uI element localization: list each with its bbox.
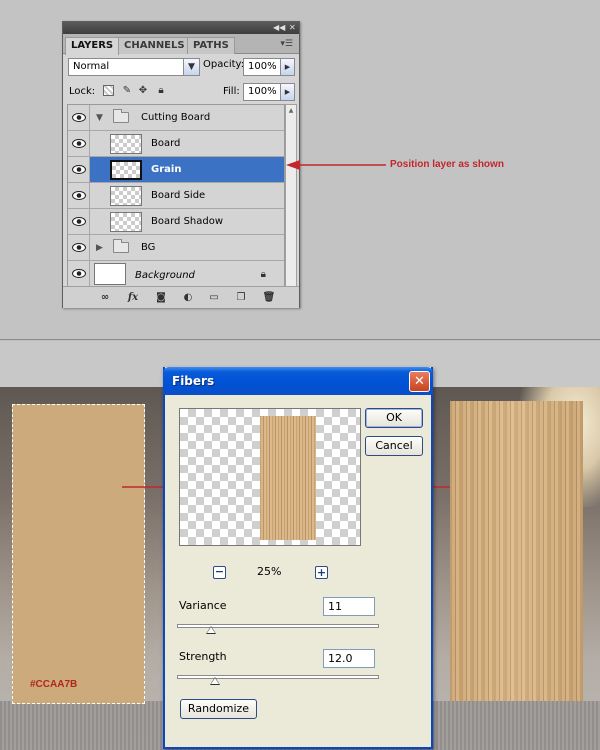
annotation-text: Position layer as shown (390, 159, 504, 170)
layer-thumbnail (94, 263, 126, 285)
lock-move-icon[interactable]: ✥ (136, 84, 150, 98)
expand-triangle-icon[interactable]: ▶ (96, 243, 103, 253)
fx-icon[interactable]: fx (125, 291, 141, 305)
tab-paths[interactable]: PATHS (187, 37, 235, 54)
ok-button[interactable]: OK (365, 408, 423, 428)
preview-wood-grain (260, 416, 316, 540)
layers-panel: ◀◀ ✕ LAYERS CHANNELS PATHS ▾☰ Normal ▼ O… (62, 21, 300, 308)
panel-menu-icon[interactable]: ▾☰ (280, 39, 293, 49)
layer-row-background[interactable]: Background 🔒︎ (68, 261, 284, 289)
link-icon[interactable]: ∞ (97, 291, 113, 305)
layer-name: Board Side (151, 190, 206, 201)
mask-icon[interactable]: ◙ (153, 291, 169, 305)
randomize-button[interactable]: Randomize (180, 699, 257, 719)
layer-thumbnail (110, 186, 142, 206)
layer-row-board-side[interactable]: Board Side (68, 183, 284, 209)
trash-icon[interactable]: 🗑︎ (261, 291, 277, 305)
adjustment-icon[interactable]: ◐ (180, 291, 196, 305)
variance-label: Variance (179, 599, 227, 612)
visibility-eye-icon[interactable] (68, 131, 90, 156)
layer-row-cutting-board[interactable]: ▼ Cutting Board (68, 105, 284, 131)
layer-row-board[interactable]: Board (68, 131, 284, 157)
dialog-title: Fibers (172, 374, 215, 388)
collapse-icon[interactable]: ◀◀ (273, 22, 285, 34)
layer-row-grain[interactable]: Grain (68, 157, 284, 183)
lock-icon: 🔒︎ (260, 269, 266, 280)
panel-footer: ∞ fx ◙ ◐ ▭ ❐ 🗑︎ (63, 286, 299, 308)
cancel-button[interactable]: Cancel (365, 436, 423, 456)
opacity-field[interactable]: 100% ▶ (243, 58, 295, 76)
layer-name: Board (151, 138, 181, 149)
color-swatch-selection (12, 404, 145, 704)
blend-mode-select[interactable]: Normal ▼ (68, 58, 200, 76)
color-code-label: #CCAA7B (30, 679, 78, 690)
layer-name: BG (141, 242, 156, 253)
new-layer-icon[interactable]: ❐ (233, 291, 249, 305)
fill-field[interactable]: 100% ▶ (243, 83, 295, 101)
variance-field[interactable]: 11 (323, 597, 375, 616)
fill-value: 100% (248, 86, 277, 97)
lock-all-icon[interactable]: 🔒︎ (154, 84, 168, 98)
close-icon[interactable]: ✕ (289, 22, 296, 34)
layer-thumbnail (110, 134, 142, 154)
lock-brush-icon[interactable]: ✎ (120, 84, 134, 98)
filter-preview[interactable] (179, 408, 361, 546)
layer-thumbnail (110, 160, 142, 180)
layer-list: ▼ Cutting Board Board Grain Board Side B… (67, 104, 285, 306)
opacity-label: Opacity: (203, 59, 245, 70)
variance-slider-thumb[interactable] (206, 626, 217, 634)
layer-name: Grain (151, 164, 182, 175)
layer-name: Board Shadow (151, 216, 224, 227)
visibility-eye-icon[interactable] (68, 235, 90, 260)
visibility-eye-icon[interactable] (68, 183, 90, 208)
panel-titlebar: ◀◀ ✕ (63, 22, 299, 34)
tab-channels[interactable]: CHANNELS (118, 37, 191, 54)
zoom-out-icon[interactable]: − (213, 566, 226, 579)
layers-screenshot-area: ◀◀ ✕ LAYERS CHANNELS PATHS ▾☰ Normal ▼ O… (0, 0, 600, 340)
tab-layers[interactable]: LAYERS (65, 37, 120, 55)
zoom-in-icon[interactable]: + (315, 566, 328, 579)
wood-grain-result (450, 401, 583, 701)
opacity-value: 100% (248, 61, 277, 72)
strength-slider-thumb[interactable] (210, 677, 221, 685)
dialog-titlebar: Fibers ✕ (163, 367, 433, 395)
close-button[interactable]: ✕ (409, 371, 430, 392)
chevron-down-icon: ▼ (183, 59, 199, 75)
folder-icon (113, 109, 129, 123)
visibility-eye-icon[interactable] (68, 261, 90, 288)
visibility-eye-icon[interactable] (68, 157, 90, 182)
fibers-screenshot-area: #CCAA7B Fibers ✕ OK Cancel − 25% + Varia… (0, 341, 600, 750)
strength-label: Strength (179, 650, 227, 663)
panel-tabs: LAYERS CHANNELS PATHS ▾☰ (63, 34, 299, 55)
blend-mode-value: Normal (73, 61, 110, 72)
visibility-eye-icon[interactable] (68, 209, 90, 234)
chevron-right-icon[interactable]: ▶ (280, 84, 294, 100)
strength-field[interactable]: 12.0 (323, 649, 375, 668)
folder-icon (113, 239, 129, 253)
layer-row-bg[interactable]: ▶ BG (68, 235, 284, 261)
layer-name: Cutting Board (141, 112, 211, 123)
annotation-arrow (286, 160, 386, 170)
lock-row: Lock: ✎ ✥ 🔒︎ Fill: 100% ▶ (63, 80, 299, 104)
layer-row-board-shadow[interactable]: Board Shadow (68, 209, 284, 235)
expand-triangle-icon[interactable]: ▼ (96, 113, 103, 123)
lock-label: Lock: (69, 86, 96, 97)
lock-transparency-icon[interactable] (103, 85, 114, 96)
layer-name: Background (135, 270, 195, 281)
strength-slider[interactable] (177, 675, 379, 679)
visibility-eye-icon[interactable] (68, 105, 90, 130)
chevron-right-icon[interactable]: ▶ (280, 59, 294, 75)
fibers-dialog: Fibers ✕ OK Cancel − 25% + Variance 11 S… (163, 367, 433, 749)
layer-thumbnail (110, 212, 142, 232)
folder-icon[interactable]: ▭ (206, 291, 222, 305)
zoom-level: 25% (257, 565, 282, 578)
layer-list-scrollbar[interactable]: ▲ ▼ (285, 104, 297, 306)
fill-label: Fill: (223, 86, 240, 97)
scroll-up-icon[interactable]: ▲ (286, 105, 296, 116)
